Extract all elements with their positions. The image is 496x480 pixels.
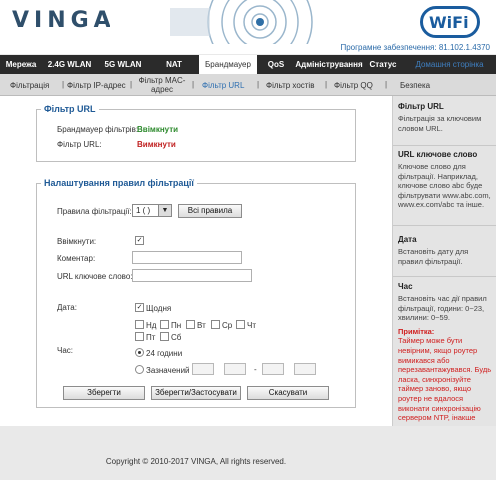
- help-title: URL ключове слово: [398, 150, 478, 159]
- wifi-signal-graphic: [110, 0, 410, 44]
- help-body: Встановіть час дії правил фільтрації, го…: [398, 294, 487, 323]
- filter-rule-label: Правила фільтрації:: [57, 207, 132, 216]
- day-label-fri: Пт: [146, 333, 156, 342]
- brand-logo: VINGA: [12, 8, 116, 33]
- day-checkbox-wed[interactable]: [211, 320, 220, 329]
- time-end-hour[interactable]: [262, 363, 284, 375]
- tab-wlan-5g[interactable]: 5G WLAN: [97, 55, 149, 74]
- firmware-version: Програмне забезпечення: 81.102.1.4370: [340, 43, 490, 52]
- help-section-date: Дата Встановіть дату для правил фільтрац…: [393, 235, 496, 277]
- help-note-body: Таймер може бути невірним, якщо роутер в…: [398, 336, 492, 426]
- daily-checkbox[interactable]: ✓: [135, 303, 144, 312]
- time-start-hour[interactable]: [192, 363, 214, 375]
- help-title: Час: [398, 282, 413, 291]
- time-end-minute[interactable]: [294, 363, 316, 375]
- help-body: Встановіть дату для правил фільтрації.: [398, 247, 469, 266]
- url-filter-label: Фільтр URL:: [57, 140, 102, 149]
- day-label-tue: Вт: [197, 321, 206, 330]
- chevron-down-icon: ▼: [158, 205, 171, 216]
- subtab-mac-filter[interactable]: Фільтр MAC-адрес: [138, 74, 186, 96]
- subtab-qq-filter[interactable]: Фільтр QQ: [334, 74, 373, 96]
- main-nav: Мережа 2.4G WLAN 5G WLAN NAT Брандмауер …: [0, 55, 496, 74]
- url-filter-legend: Фільтр URL: [44, 104, 96, 114]
- day-checkbox-sun[interactable]: [135, 320, 144, 329]
- filter-rules-legend: Налаштування правил фільтрації: [44, 178, 194, 188]
- day-label-mon: Пн: [171, 321, 182, 330]
- url-keyword-input[interactable]: [132, 269, 252, 282]
- time-custom-label: Зазначений: [146, 366, 190, 375]
- tab-nat[interactable]: NAT: [149, 55, 199, 74]
- tab-network[interactable]: Мережа: [0, 55, 42, 74]
- time-start-minute[interactable]: [224, 363, 246, 375]
- subtab-url-filter[interactable]: Фільтр URL: [202, 74, 244, 96]
- tab-firewall[interactable]: Брандмауер: [199, 55, 257, 74]
- enable-checkbox[interactable]: ✓: [135, 236, 144, 245]
- tab-home-page[interactable]: Домашня сторінка: [403, 55, 496, 74]
- filter-rule-select[interactable]: 1 ( ) ▼: [132, 204, 172, 217]
- day-checkbox-fri[interactable]: [135, 332, 144, 341]
- day-label-thu: Чт: [247, 321, 256, 330]
- day-checkbox-thu[interactable]: [236, 320, 245, 329]
- daily-label: Щодня: [146, 304, 172, 313]
- help-section-url-filter: Фільтр URL Фільтрація за ключовим словом…: [393, 102, 496, 146]
- help-panel: Фільтр URL Фільтрація за ключовим словом…: [392, 96, 496, 426]
- help-title: Дата: [398, 235, 417, 244]
- day-checkbox-tue[interactable]: [186, 320, 195, 329]
- day-label-sat: Сб: [171, 333, 182, 342]
- help-section-time: Час Встановіть час дії правил фільтрації…: [393, 282, 496, 426]
- time-24h-radio[interactable]: [135, 348, 144, 357]
- cancel-button[interactable]: Скасувати: [247, 386, 329, 400]
- sub-nav: Фільтрація | Фільтр IP-адрес | Фільтр MA…: [0, 74, 496, 96]
- subtab-filtering[interactable]: Фільтрація: [10, 74, 49, 96]
- subtab-ip-filter[interactable]: Фільтр IP-адрес: [67, 74, 126, 96]
- help-note-title: Примітка:: [398, 326, 435, 336]
- subtab-security[interactable]: Безпека: [400, 74, 430, 96]
- time-separator: -: [254, 365, 257, 374]
- help-body: Ключове слово для фільтрації. Наприклад,…: [398, 162, 491, 210]
- tab-wlan-24g[interactable]: 2.4G WLAN: [42, 55, 97, 74]
- day-label-wed: Ср: [222, 321, 233, 330]
- day-checkbox-sat[interactable]: [160, 332, 169, 341]
- tab-administration[interactable]: Адміністрування: [295, 55, 363, 74]
- help-section-url-keyword: URL ключове слово Ключове слово для філь…: [393, 150, 496, 226]
- all-rules-button[interactable]: Всі правила: [178, 204, 242, 218]
- main-content: Фільтр URL Брандмауер фільтрів: Ввімкнут…: [0, 96, 392, 426]
- comment-input[interactable]: [132, 251, 242, 264]
- url-filter-status: Вимкнути: [137, 140, 176, 149]
- firewall-filter-status: Ввімкнути: [137, 125, 179, 134]
- header: VINGA WiFi Програмне забезпечення: 81.10…: [0, 0, 496, 54]
- wifi-logo: WiFi: [420, 6, 480, 38]
- save-button[interactable]: Зберегти: [63, 386, 145, 400]
- time-custom-radio[interactable]: [135, 365, 144, 374]
- wifi-logo-text: WiFi: [429, 13, 469, 32]
- url-keyword-label: URL ключове слово:: [57, 272, 133, 281]
- time-label: Час:: [57, 346, 74, 355]
- tab-qos[interactable]: QoS: [257, 55, 295, 74]
- time-24h-label: 24 години: [146, 349, 183, 358]
- day-label-sun: Нд: [146, 321, 157, 330]
- help-title: Фільтр URL: [398, 102, 444, 111]
- footer-copyright: Copyright © 2010-2017 VINGA, All rights …: [105, 457, 287, 466]
- save-apply-button[interactable]: Зберегти/Застосувати: [151, 386, 241, 400]
- tab-status[interactable]: Статус: [363, 55, 403, 74]
- day-checkbox-mon[interactable]: [160, 320, 169, 329]
- enable-label: Ввімкнути:: [57, 237, 97, 246]
- firewall-filter-label: Брандмауер фільтрів:: [57, 125, 139, 134]
- subtab-host-filter[interactable]: Фільтр хостів: [266, 74, 314, 96]
- help-body: Фільтрація за ключовим словом URL.: [398, 114, 482, 133]
- comment-label: Коментар:: [57, 254, 96, 263]
- date-label: Дата:: [57, 303, 77, 312]
